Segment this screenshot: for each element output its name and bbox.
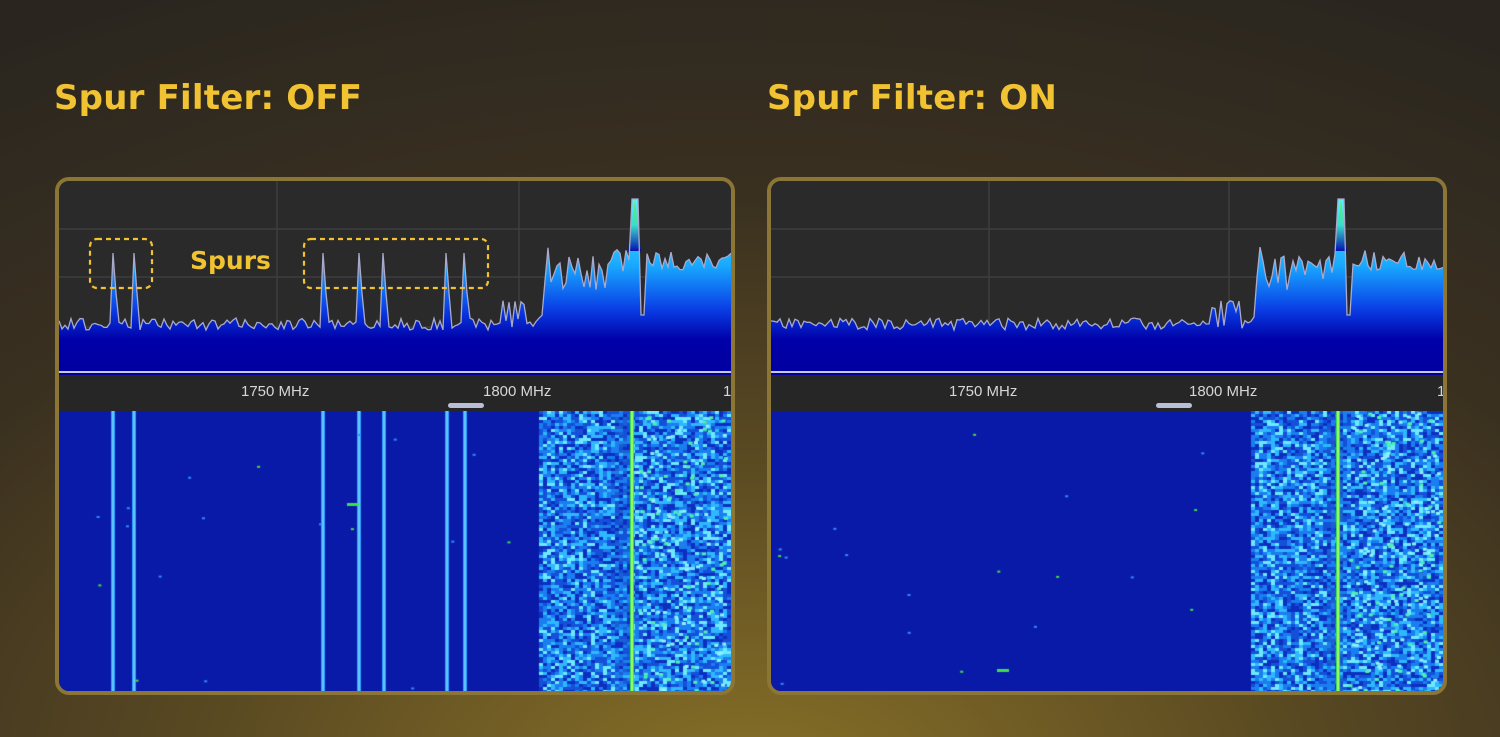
tick-1750: 1750 MHz xyxy=(241,383,310,400)
frequency-axis-on: 1750 MHz 1800 MHz 18 xyxy=(771,375,1443,411)
spectrum-panel-off: 1750 MHz 1800 MHz 18 Spurs xyxy=(55,177,735,695)
splitter-handle[interactable] xyxy=(1156,403,1192,408)
tick-1750: 1750 MHz xyxy=(949,383,1018,400)
waterfall-on[interactable] xyxy=(771,411,1443,691)
tick-1800: 1800 MHz xyxy=(483,383,552,400)
tick-1800: 1800 MHz xyxy=(1189,383,1258,400)
panel-title-off: Spur Filter: OFF xyxy=(54,78,363,118)
waterfall-off[interactable] xyxy=(59,411,731,691)
panel-title-on: Spur Filter: ON xyxy=(767,78,1058,118)
tick-partial: 18 xyxy=(1437,383,1443,400)
frequency-axis-off: 1750 MHz 1800 MHz 18 xyxy=(59,375,731,411)
splitter-handle[interactable] xyxy=(448,403,484,408)
spectrum-plot-on[interactable] xyxy=(771,181,1443,375)
spurs-annotation: Spurs xyxy=(190,246,271,275)
spectrum-panel-on: 1750 MHz 1800 MHz 18 xyxy=(767,177,1447,695)
spectrum-plot-off[interactable] xyxy=(59,181,731,375)
tick-partial: 18 xyxy=(723,383,731,400)
